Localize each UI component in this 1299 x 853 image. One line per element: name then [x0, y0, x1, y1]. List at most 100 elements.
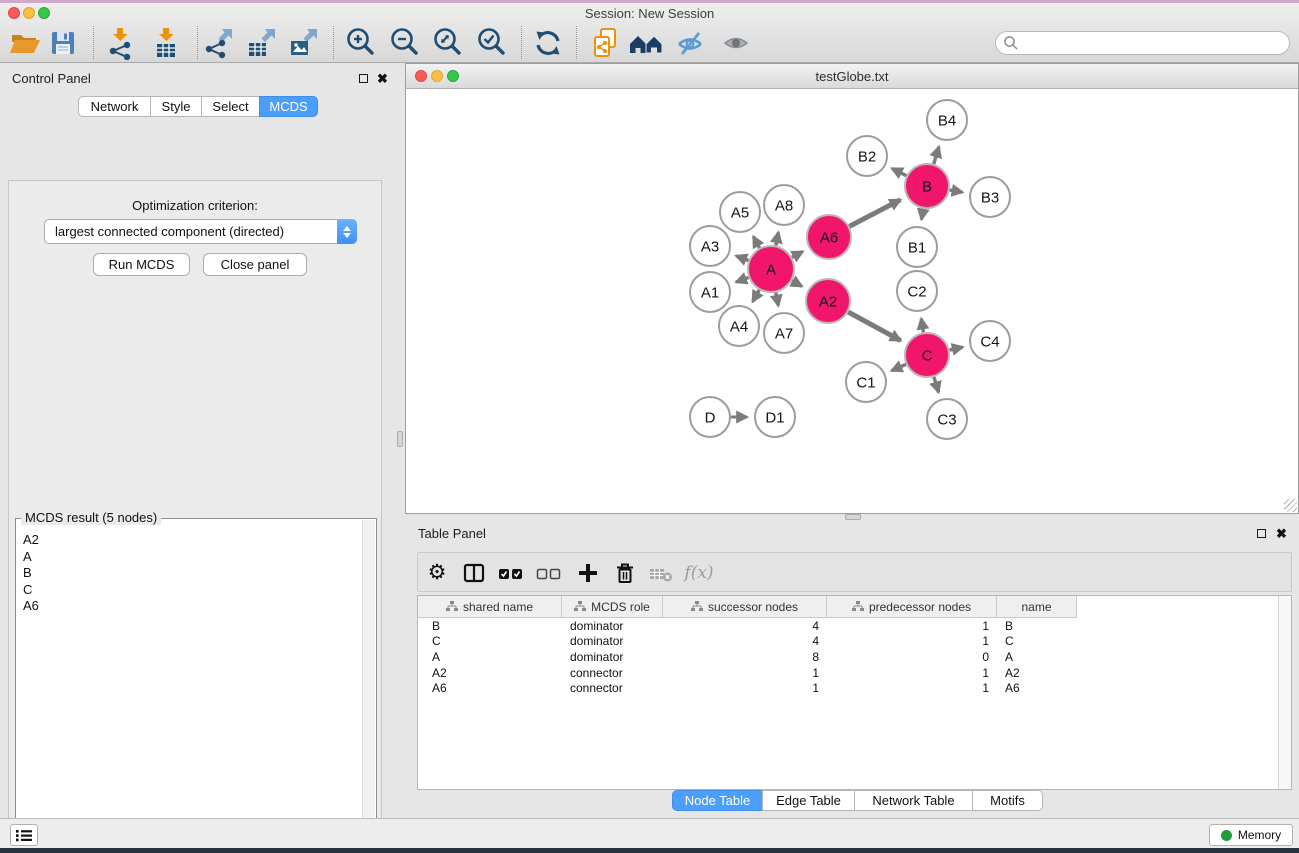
- cell-predecessor-nodes[interactable]: 1: [827, 681, 997, 695]
- edge-A-A4[interactable]: [753, 290, 760, 302]
- cell-shared-name[interactable]: C: [418, 634, 562, 648]
- close-panel-button[interactable]: Close panel: [203, 253, 307, 276]
- zoom-in-button[interactable]: [342, 24, 380, 62]
- node-C[interactable]: C: [905, 333, 949, 377]
- import-network-button[interactable]: [101, 24, 139, 62]
- node-B3[interactable]: B3: [970, 177, 1010, 217]
- node-B[interactable]: B: [905, 164, 949, 208]
- table-row[interactable]: A2connector11A2: [418, 665, 1277, 681]
- table-close-icon[interactable]: ✖: [1276, 528, 1287, 540]
- run-mcds-button[interactable]: Run MCDS: [93, 253, 190, 276]
- table-scrollbar[interactable]: [1278, 596, 1291, 789]
- tab-edge-table[interactable]: Edge Table: [762, 790, 855, 811]
- delete-column-button[interactable]: [609, 557, 641, 589]
- node-A7[interactable]: A7: [764, 313, 804, 353]
- edge-A2-C[interactable]: [848, 312, 901, 341]
- network-canvas[interactable]: B4B2BB3A8A5A6A3B1AA1C2A2A4A7C4CC1DD1C3: [406, 89, 1298, 513]
- open-file-button[interactable]: [5, 24, 43, 62]
- edge-A-A7[interactable]: [776, 293, 779, 306]
- node-A3[interactable]: A3: [690, 226, 730, 266]
- cell-shared-name[interactable]: A: [418, 650, 562, 664]
- close-panel-icon[interactable]: ✖: [377, 73, 388, 85]
- resize-grip-icon[interactable]: [1284, 499, 1297, 512]
- cell-MCDS-role[interactable]: dominator: [562, 650, 663, 664]
- node-A4[interactable]: A4: [719, 306, 759, 346]
- split-view-button[interactable]: [458, 557, 490, 589]
- table-row[interactable]: Adominator80A: [418, 649, 1277, 665]
- edge-A-A1[interactable]: [736, 278, 748, 283]
- cell-name[interactable]: A2: [997, 666, 1077, 680]
- cell-name[interactable]: A: [997, 650, 1077, 664]
- deselect-all-button[interactable]: [533, 557, 565, 589]
- cell-MCDS-role[interactable]: dominator: [562, 619, 663, 633]
- network-graph[interactable]: B4B2BB3A8A5A6A3B1AA1C2A2A4A7C4CC1DD1C3: [406, 89, 1298, 513]
- import-table-button[interactable]: [147, 24, 185, 62]
- show-hidden-button[interactable]: [717, 24, 755, 62]
- edge-A-A8[interactable]: [776, 232, 779, 245]
- edge-B-B3[interactable]: [950, 190, 963, 192]
- cell-shared-name[interactable]: A2: [418, 666, 562, 680]
- cell-predecessor-nodes[interactable]: 1: [827, 666, 997, 680]
- task-history-button[interactable]: [10, 824, 38, 846]
- result-list-item[interactable]: A6: [23, 598, 362, 615]
- result-list-item[interactable]: A2: [23, 532, 362, 549]
- zoom-out-button[interactable]: [386, 24, 424, 62]
- add-column-button[interactable]: [572, 557, 604, 589]
- column-header-MCDS-role[interactable]: MCDS role: [562, 596, 663, 618]
- cell-successor-nodes[interactable]: 4: [663, 619, 827, 633]
- node-A[interactable]: A: [748, 246, 794, 292]
- cell-predecessor-nodes[interactable]: 1: [827, 619, 997, 633]
- cell-shared-name[interactable]: A6: [418, 681, 562, 695]
- vertical-splitter-handle[interactable]: [397, 431, 403, 447]
- float-panel-icon[interactable]: [359, 74, 368, 83]
- node-A6[interactable]: A6: [807, 215, 851, 259]
- export-network-button[interactable]: [199, 24, 237, 62]
- node-A1[interactable]: A1: [690, 272, 730, 312]
- column-header-name[interactable]: name: [997, 596, 1077, 618]
- cell-successor-nodes[interactable]: 1: [663, 681, 827, 695]
- cell-predecessor-nodes[interactable]: 1: [827, 634, 997, 648]
- node-D[interactable]: D: [690, 397, 730, 437]
- edge-B-B1[interactable]: [922, 209, 924, 220]
- edge-A-A6[interactable]: [792, 252, 803, 258]
- export-image-button[interactable]: [284, 24, 322, 62]
- edge-A6-B[interactable]: [849, 200, 900, 227]
- table-row[interactable]: Cdominator41C: [418, 634, 1277, 650]
- zoom-selected-button[interactable]: [473, 24, 511, 62]
- table-settings-button[interactable]: ⚙: [421, 557, 453, 589]
- cell-MCDS-role[interactable]: connector: [562, 681, 663, 695]
- table-row[interactable]: Bdominator41B: [418, 618, 1277, 634]
- hide-selected-button[interactable]: [671, 24, 709, 62]
- export-table-button[interactable]: [242, 24, 280, 62]
- zoom-fit-button[interactable]: [429, 24, 467, 62]
- edge-C-C2[interactable]: [921, 319, 923, 333]
- tab-mcds[interactable]: MCDS: [259, 96, 318, 117]
- edge-C-C3[interactable]: [934, 377, 939, 392]
- edge-A-A5[interactable]: [753, 237, 759, 248]
- tab-network-table[interactable]: Network Table: [854, 790, 973, 811]
- result-scrollbar[interactable]: [362, 520, 375, 853]
- edge-A-A3[interactable]: [736, 256, 748, 261]
- column-header-predecessor-nodes[interactable]: predecessor nodes: [827, 596, 997, 618]
- result-list-item[interactable]: B: [23, 565, 362, 582]
- result-list-item[interactable]: A: [23, 549, 362, 566]
- edge-C-C4[interactable]: [950, 347, 963, 350]
- show-network-overview-button[interactable]: [628, 24, 666, 62]
- node-B1[interactable]: B1: [897, 227, 937, 267]
- node-B2[interactable]: B2: [847, 136, 887, 176]
- result-list-item[interactable]: C: [23, 582, 362, 599]
- node-C2[interactable]: C2: [897, 271, 937, 311]
- new-network-from-selection-button[interactable]: [587, 24, 625, 62]
- cell-predecessor-nodes[interactable]: 0: [827, 650, 997, 664]
- edge-A-A2[interactable]: [792, 281, 802, 287]
- refresh-button[interactable]: [529, 24, 567, 62]
- node-B4[interactable]: B4: [927, 100, 967, 140]
- save-session-button[interactable]: [44, 24, 82, 62]
- edge-B-B4[interactable]: [934, 147, 939, 164]
- cell-successor-nodes[interactable]: 4: [663, 634, 827, 648]
- node-D1[interactable]: D1: [755, 397, 795, 437]
- node-C3[interactable]: C3: [927, 399, 967, 439]
- search-input[interactable]: [1023, 33, 1289, 53]
- column-header-successor-nodes[interactable]: successor nodes: [663, 596, 827, 618]
- cell-successor-nodes[interactable]: 8: [663, 650, 827, 664]
